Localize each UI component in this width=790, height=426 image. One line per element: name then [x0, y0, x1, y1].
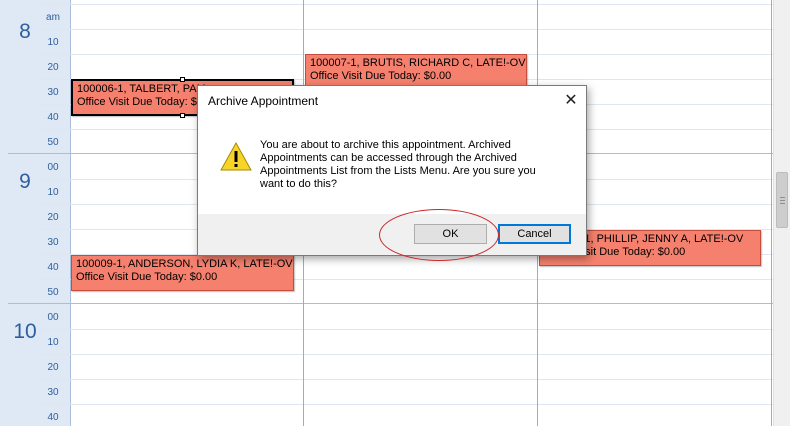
minute-label: 40 — [47, 262, 59, 273]
minute-label: 20 — [47, 212, 59, 223]
dialog-title: Archive Appointment — [208, 94, 319, 108]
grip-line — [780, 200, 785, 201]
grip-line — [780, 203, 785, 204]
minute-label: 20 — [47, 62, 59, 73]
minute-label: 50 — [47, 287, 59, 298]
grip-line — [780, 197, 785, 198]
grid-line — [38, 329, 790, 330]
grid-line — [38, 354, 790, 355]
minute-label: 00 — [47, 312, 59, 323]
minute-label: 40 — [47, 412, 59, 423]
grid-line — [38, 4, 790, 5]
minute-label: 20 — [47, 362, 59, 373]
scrollbar-thumb[interactable] — [776, 172, 788, 228]
dialog-message: You are about to archive this appointmen… — [260, 139, 536, 190]
hour-label-10: 10 — [13, 320, 37, 343]
hour-line — [8, 303, 790, 304]
appointment-detail: Office Visit Due Today: $0.00 — [310, 70, 452, 82]
appointment-detail: Office Visit Due Today: $0.00 — [76, 271, 218, 283]
grid-line — [38, 379, 790, 380]
minute-label: 40 — [47, 112, 59, 123]
time-column: 8 9 10 am 10 20 30 40 50 00 10 20 30 40 … — [0, 0, 71, 426]
appointment-block[interactable]: 100007-1, BRUTIS, RICHARD C, LATE!-OV Of… — [305, 54, 527, 86]
resize-handle[interactable] — [180, 77, 185, 82]
appointment-title: 100007-1, BRUTIS, RICHARD C, LATE!-OV — [310, 57, 526, 69]
hour-label-9: 9 — [19, 170, 31, 193]
appointment-title: 100009-1, ANDERSON, LYDIA K, LATE!-OV — [76, 258, 293, 270]
annotation-circle — [379, 209, 499, 261]
minute-label: 30 — [47, 87, 59, 98]
cancel-button[interactable]: Cancel — [498, 224, 571, 244]
grid-line — [38, 29, 790, 30]
vertical-scrollbar[interactable] — [773, 0, 790, 426]
hour-label-8: 8 — [19, 20, 31, 43]
minute-label: 10 — [47, 187, 59, 198]
minute-label: 10 — [47, 337, 59, 348]
appointment-block[interactable]: 100009-1, ANDERSON, LYDIA K, LATE!-OV Of… — [71, 255, 294, 291]
minute-label: 10 — [47, 37, 59, 48]
minute-label: 30 — [47, 237, 59, 248]
minute-label: 30 — [47, 387, 59, 398]
warning-icon — [220, 141, 252, 171]
close-button[interactable]: ✕ — [560, 90, 582, 110]
resize-handle[interactable] — [180, 113, 185, 118]
minute-label: 00 — [47, 162, 59, 173]
minute-label: am — [46, 12, 60, 23]
grid-line — [38, 404, 790, 405]
day-column-divider — [771, 0, 772, 426]
minute-label: 50 — [47, 137, 59, 148]
